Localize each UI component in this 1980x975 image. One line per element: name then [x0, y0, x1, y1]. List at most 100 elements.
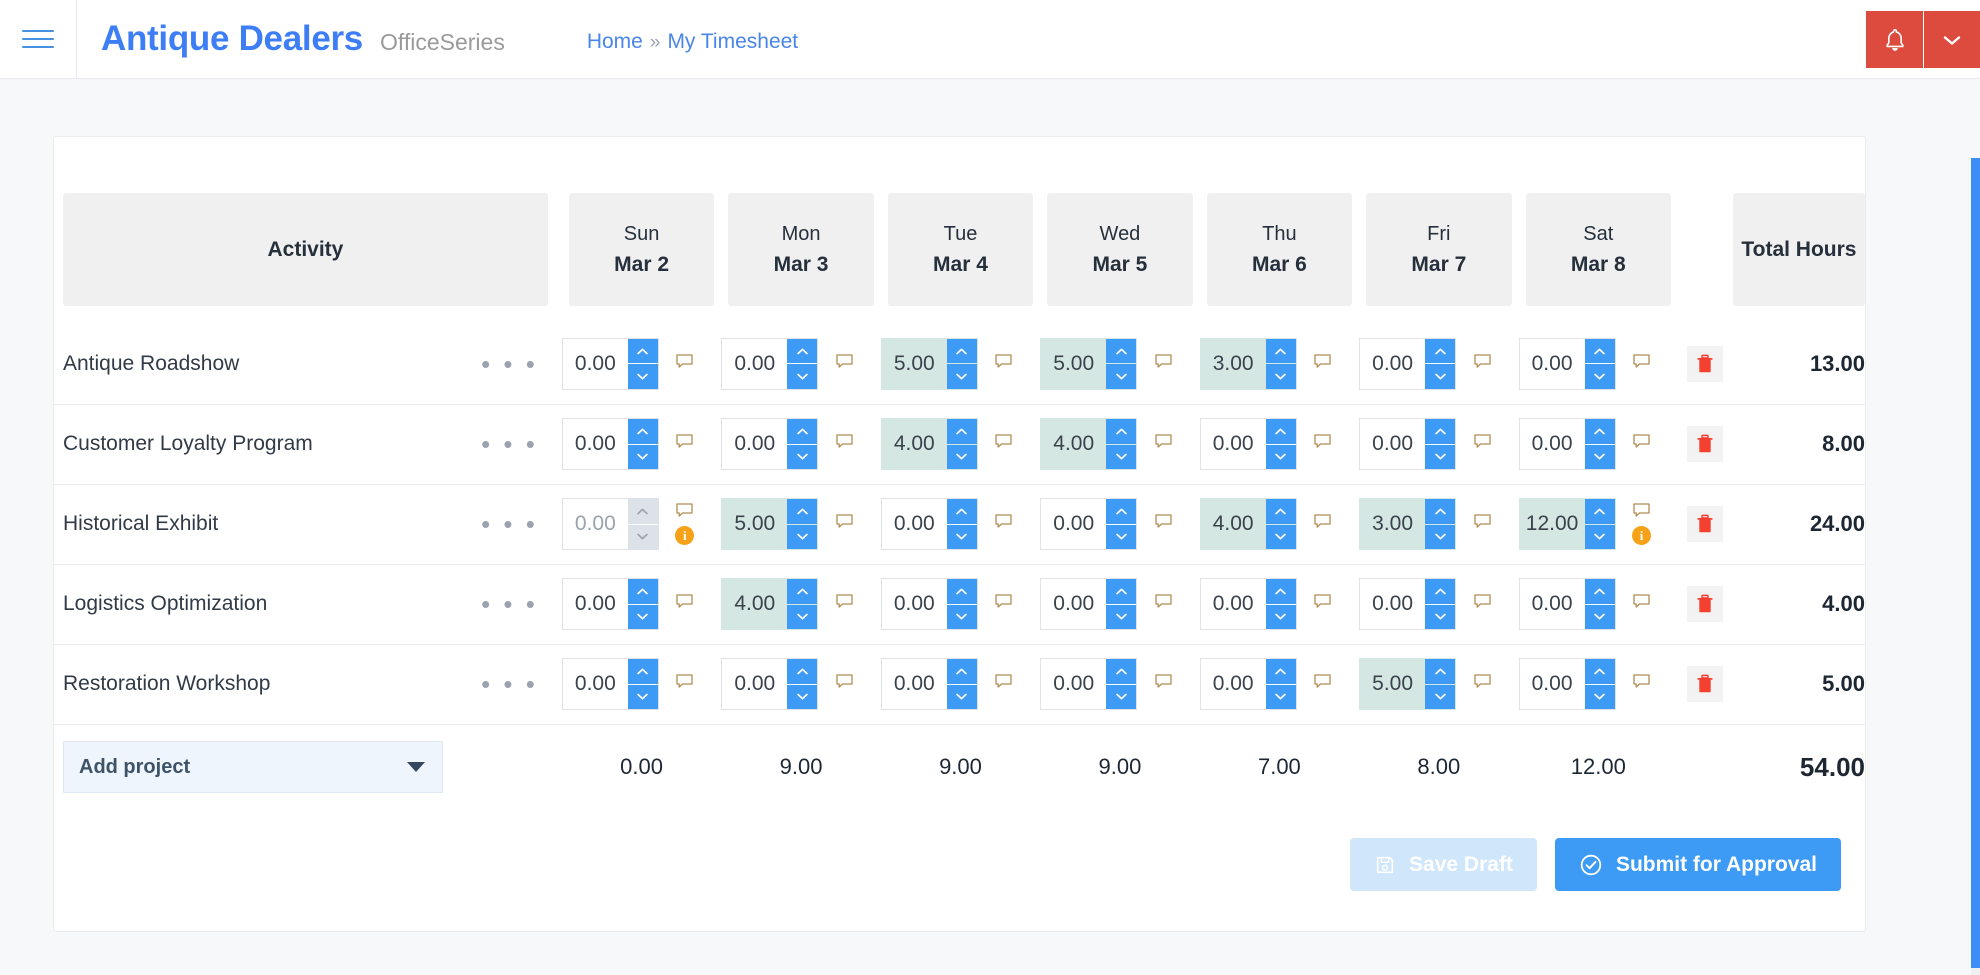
hours-increment-button[interactable]: [1584, 338, 1615, 364]
hours-decrement-button[interactable]: [1425, 604, 1456, 629]
row-menu-button[interactable]: • • •: [481, 511, 538, 537]
hours-increment-button[interactable]: [946, 659, 977, 684]
hours-input[interactable]: 4.00: [1201, 499, 1266, 549]
hours-input[interactable]: 0.00: [1201, 419, 1266, 469]
comment-button[interactable]: [1633, 594, 1650, 614]
hours-input[interactable]: 3.00: [1360, 499, 1425, 549]
hours-decrement-button[interactable]: [1425, 444, 1456, 469]
hours-input[interactable]: 5.00: [1360, 659, 1425, 709]
hours-spinner[interactable]: 0.00: [1359, 337, 1457, 390]
hours-decrement-button[interactable]: [1584, 444, 1615, 469]
comment-button[interactable]: [995, 674, 1012, 694]
hours-spinner[interactable]: 0.00: [1040, 578, 1138, 630]
hours-decrement-button[interactable]: [1425, 684, 1456, 709]
hours-increment-button[interactable]: [1265, 499, 1296, 524]
hours-decrement-button[interactable]: [1265, 364, 1296, 389]
hours-spinner[interactable]: 12.00: [1518, 498, 1616, 550]
hours-increment-button[interactable]: [787, 419, 818, 444]
hours-increment-button[interactable]: [1265, 419, 1296, 444]
hours-spinner[interactable]: 0.00: [561, 658, 659, 710]
scrollbar-thumb[interactable]: [1971, 158, 1980, 968]
hours-spinner[interactable]: 0.00: [880, 498, 978, 550]
comment-button[interactable]: [836, 514, 853, 534]
hours-input[interactable]: 0.00: [722, 339, 787, 389]
hours-spinner[interactable]: 0.00: [1518, 578, 1616, 630]
hours-increment-button[interactable]: [1265, 579, 1296, 604]
hours-input[interactable]: 0.00: [1041, 659, 1106, 709]
hours-input[interactable]: 0.00: [1520, 579, 1585, 629]
comment-button[interactable]: [676, 354, 693, 374]
hours-increment-button[interactable]: [1106, 579, 1137, 604]
hours-increment-button[interactable]: [1425, 499, 1456, 524]
hours-decrement-button[interactable]: [1425, 524, 1456, 549]
hours-increment-button[interactable]: [946, 579, 977, 604]
comment-button[interactable]: [676, 594, 693, 614]
hours-input[interactable]: 0.00: [1360, 579, 1425, 629]
hours-spinner[interactable]: 5.00: [721, 498, 819, 550]
hours-input[interactable]: 0.00: [882, 579, 947, 629]
hours-spinner[interactable]: 0.00: [1359, 418, 1457, 470]
hours-input[interactable]: 0.00: [882, 499, 947, 549]
hours-increment-button[interactable]: [787, 499, 818, 524]
hours-decrement-button[interactable]: [946, 364, 977, 389]
row-menu-button[interactable]: • • •: [481, 671, 538, 697]
hours-increment-button[interactable]: [1425, 659, 1456, 684]
comment-button[interactable]: [836, 434, 853, 454]
comment-button[interactable]: [1314, 354, 1331, 374]
hours-spinner[interactable]: 4.00: [721, 578, 819, 630]
add-project-dropdown[interactable]: Add project: [63, 741, 443, 794]
hours-input[interactable]: 0.00: [722, 659, 787, 709]
hours-spinner[interactable]: 0.00: [1040, 498, 1138, 550]
hours-decrement-button[interactable]: [1106, 604, 1137, 629]
hours-input[interactable]: 0.00: [563, 659, 628, 709]
hours-spinner[interactable]: 0.00: [1199, 418, 1297, 470]
hours-spinner[interactable]: 4.00: [880, 418, 978, 470]
hours-input[interactable]: 0.00: [563, 339, 628, 389]
hours-input[interactable]: 3.00: [1201, 339, 1266, 389]
hours-decrement-button[interactable]: [1106, 684, 1137, 709]
comment-button[interactable]: [995, 594, 1012, 614]
hours-increment-button[interactable]: [946, 338, 977, 364]
hours-decrement-button[interactable]: [1584, 684, 1615, 709]
comment-button[interactable]: [1155, 354, 1172, 374]
comment-button[interactable]: [1314, 434, 1331, 454]
comment-button[interactable]: [676, 503, 693, 523]
hours-input[interactable]: 0.00: [1520, 659, 1585, 709]
hours-increment-button[interactable]: [627, 659, 658, 684]
hours-increment-button[interactable]: [627, 338, 658, 364]
hours-increment-button[interactable]: [1584, 659, 1615, 684]
comment-button[interactable]: [995, 354, 1012, 374]
hours-increment-button[interactable]: [1106, 499, 1137, 524]
delete-row-button[interactable]: [1687, 426, 1724, 462]
comment-button[interactable]: [1633, 503, 1650, 523]
hours-increment-button[interactable]: [1106, 419, 1137, 444]
hours-decrement-button[interactable]: [1265, 524, 1296, 549]
comment-button[interactable]: [1155, 514, 1172, 534]
hours-increment-button[interactable]: [1106, 659, 1137, 684]
comment-button[interactable]: [1155, 594, 1172, 614]
hours-spinner[interactable]: 0.00: [880, 658, 978, 710]
hours-decrement-button[interactable]: [1584, 364, 1615, 389]
hours-input[interactable]: 0.00: [1520, 339, 1585, 389]
hours-spinner[interactable]: 5.00: [1359, 658, 1457, 710]
hours-decrement-button[interactable]: [787, 524, 818, 549]
hours-input[interactable]: 0.00: [722, 419, 787, 469]
comment-button[interactable]: [1314, 594, 1331, 614]
hours-input[interactable]: 0.00: [1360, 419, 1425, 469]
hours-input[interactable]: 0.00: [1201, 659, 1266, 709]
hours-increment-button[interactable]: [787, 338, 818, 364]
hours-decrement-button[interactable]: [627, 604, 658, 629]
comment-button[interactable]: [1633, 434, 1650, 454]
hours-spinner[interactable]: 0.00: [880, 578, 978, 630]
hours-input[interactable]: 5.00: [882, 339, 947, 389]
hours-spinner[interactable]: 0.00: [1518, 658, 1616, 710]
hours-decrement-button[interactable]: [787, 364, 818, 389]
hours-decrement-button[interactable]: [1265, 604, 1296, 629]
submit-for-approval-button[interactable]: Submit for Approval: [1554, 838, 1841, 891]
hours-spinner[interactable]: 0.00: [1518, 337, 1616, 390]
hours-input[interactable]: 0.00: [882, 659, 947, 709]
hours-decrement-button[interactable]: [627, 524, 658, 549]
hours-decrement-button[interactable]: [1265, 684, 1296, 709]
notifications-dropdown-button[interactable]: [1923, 11, 1980, 68]
hours-input[interactable]: 0.00: [563, 499, 628, 549]
